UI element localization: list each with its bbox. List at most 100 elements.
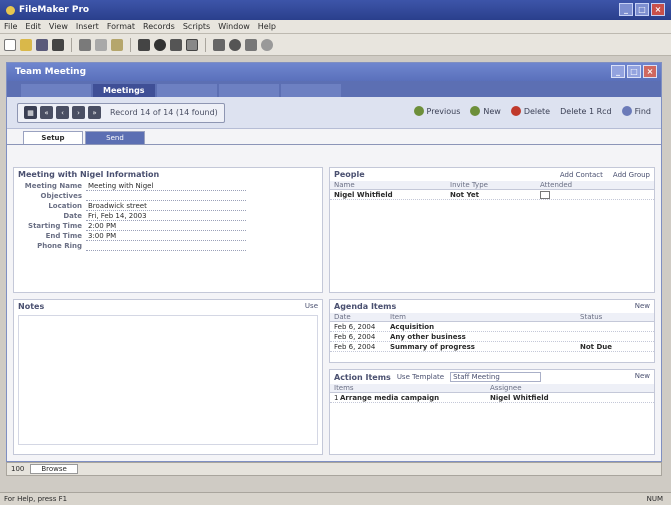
arrow-icon — [413, 106, 424, 116]
record-counter: Record 14 of 14 (14 found) — [110, 108, 218, 117]
menu-help[interactable]: Help — [258, 22, 276, 31]
start-time-input[interactable]: 2:00 PM — [86, 222, 246, 231]
new-record-action[interactable]: New — [470, 106, 501, 116]
previous-action[interactable]: Previous — [413, 106, 460, 116]
app-logo-icon — [6, 5, 15, 15]
layout-tab-4[interactable] — [218, 84, 279, 97]
sort-icon[interactable] — [138, 38, 150, 51]
new-file-icon[interactable] — [4, 38, 16, 51]
chart-icon[interactable] — [245, 38, 257, 51]
minimize-button[interactable]: _ — [619, 3, 633, 16]
sub-tabs: Setup Send — [7, 129, 661, 145]
menu-format[interactable]: Format — [107, 22, 135, 31]
notes-panel: Notes Use — [13, 299, 323, 455]
doc-minimize-button[interactable]: _ — [611, 65, 625, 78]
open-file-icon[interactable] — [20, 38, 32, 51]
agenda-row[interactable]: Feb 6, 2004 Acquisition — [330, 322, 654, 332]
agenda-new-link[interactable]: New — [635, 302, 650, 311]
phone-input[interactable] — [86, 242, 246, 251]
delete-icon — [510, 106, 521, 116]
plus-icon — [470, 106, 481, 116]
document-titlebar: Team Meeting _ □ × — [7, 63, 661, 81]
navigation-bar: ▦ « ‹ › » Record 14 of 14 (14 found) Pre… — [7, 97, 661, 129]
find-action[interactable]: Find — [621, 106, 651, 116]
cut-icon[interactable] — [79, 38, 91, 51]
toolbar — [0, 34, 671, 56]
location-input[interactable]: Broadwick street — [86, 202, 246, 211]
template-select[interactable]: Staff Meeting — [450, 372, 541, 382]
people-title: People — [334, 170, 365, 179]
doc-maximize-button[interactable]: □ — [627, 65, 641, 78]
zoom-icon[interactable] — [261, 38, 273, 51]
save-icon[interactable] — [36, 38, 48, 51]
num-lock-indicator: NUM — [646, 495, 663, 503]
field-phone: Phone Ring — [16, 241, 322, 251]
app-title: FileMaker Pro — [19, 5, 90, 15]
record-actions: Previous New Delete Delete 1 Rcd Find — [413, 106, 651, 116]
meeting-info-panel: Meeting with Nigel Information Meeting N… — [13, 167, 323, 293]
find-icon[interactable] — [154, 38, 166, 51]
menu-scripts[interactable]: Scripts — [183, 22, 210, 31]
menu-window[interactable]: Window — [218, 22, 250, 31]
people-header: Name Invite Type Attended — [330, 181, 654, 190]
status-bar: For Help, press F1 NUM — [0, 492, 671, 505]
menu-insert[interactable]: Insert — [76, 22, 99, 31]
attended-checkbox[interactable] — [540, 190, 550, 199]
tab-send[interactable]: Send — [85, 131, 145, 144]
omit-icon[interactable] — [170, 38, 182, 51]
people-panel: People Add Contact Add Group Name Invite… — [329, 167, 655, 293]
menu-file[interactable]: File — [4, 22, 17, 31]
paste-icon[interactable] — [111, 38, 123, 51]
action-item-row[interactable]: 1 Arrange media campaign Nigel Whitfield — [330, 393, 654, 403]
spell-check-icon[interactable] — [52, 38, 64, 51]
menu-records[interactable]: Records — [143, 22, 175, 31]
agenda-row[interactable]: Feb 6, 2004 Any other business — [330, 332, 654, 342]
link-icon[interactable] — [229, 38, 241, 51]
action-items-panel: Action Items Use Template Staff Meeting … — [329, 369, 655, 455]
template-label: Use Template — [396, 373, 445, 381]
layout-tab-3[interactable] — [156, 84, 217, 97]
end-time-input[interactable]: 3:00 PM — [86, 232, 246, 241]
field-location: Location Broadwick street — [16, 201, 322, 211]
menu-edit[interactable]: Edit — [25, 22, 41, 31]
document-window: Team Meeting _ □ × Meetings ▦ « ‹ › » Re… — [6, 62, 662, 462]
delete-record-action[interactable]: Delete — [510, 106, 550, 116]
layout-tab-1[interactable] — [21, 84, 91, 97]
action-items-title: Action Items — [334, 372, 391, 382]
delete-one-action[interactable]: Delete 1 Rcd — [560, 106, 612, 116]
document-title: Team Meeting — [15, 67, 87, 77]
zoom-level[interactable]: 100 — [11, 465, 24, 473]
first-record-button[interactable]: « — [40, 106, 53, 119]
menu-view[interactable]: View — [49, 22, 68, 31]
notes-textarea[interactable] — [18, 315, 318, 445]
bottom-strip: 100 Browse — [6, 462, 662, 476]
search-icon — [621, 106, 632, 116]
objectives-input[interactable] — [86, 192, 246, 201]
action-new-link[interactable]: New — [635, 372, 650, 382]
status-text: For Help, press F1 — [4, 495, 68, 503]
add-contact-link[interactable]: Add Contact — [560, 171, 603, 179]
next-record-button[interactable]: › — [72, 106, 85, 119]
layout-tab-5[interactable] — [280, 84, 341, 97]
last-record-button[interactable]: » — [88, 106, 101, 119]
date-input[interactable]: Fri, Feb 14, 2003 — [86, 212, 246, 221]
maximize-button[interactable]: □ — [635, 3, 649, 16]
copy-icon[interactable] — [95, 38, 107, 51]
notes-use-link[interactable]: Use — [305, 302, 318, 311]
app-titlebar: FileMaker Pro _ □ × — [0, 0, 671, 20]
prev-record-button[interactable]: ‹ — [56, 106, 69, 119]
notes-title: Notes — [18, 302, 45, 311]
mode-select[interactable]: Browse — [30, 464, 78, 474]
bold-icon[interactable] — [213, 38, 225, 51]
close-button[interactable]: × — [651, 3, 665, 16]
people-row[interactable]: Nigel Whitfield Not Yet — [330, 190, 654, 200]
calendar-icon[interactable]: ▦ — [24, 106, 37, 119]
action-items-header: Items Assignee — [330, 384, 654, 393]
agenda-row[interactable]: Feb 6, 2004 Summary of progress Not Due — [330, 342, 654, 352]
tab-setup[interactable]: Setup — [23, 131, 83, 144]
add-group-link[interactable]: Add Group — [613, 171, 650, 179]
meeting-name-input[interactable]: Meeting with Nigel — [86, 182, 246, 191]
layout-icon[interactable] — [186, 38, 198, 51]
doc-close-button[interactable]: × — [643, 65, 657, 78]
layout-tab-meetings[interactable]: Meetings — [93, 84, 155, 97]
